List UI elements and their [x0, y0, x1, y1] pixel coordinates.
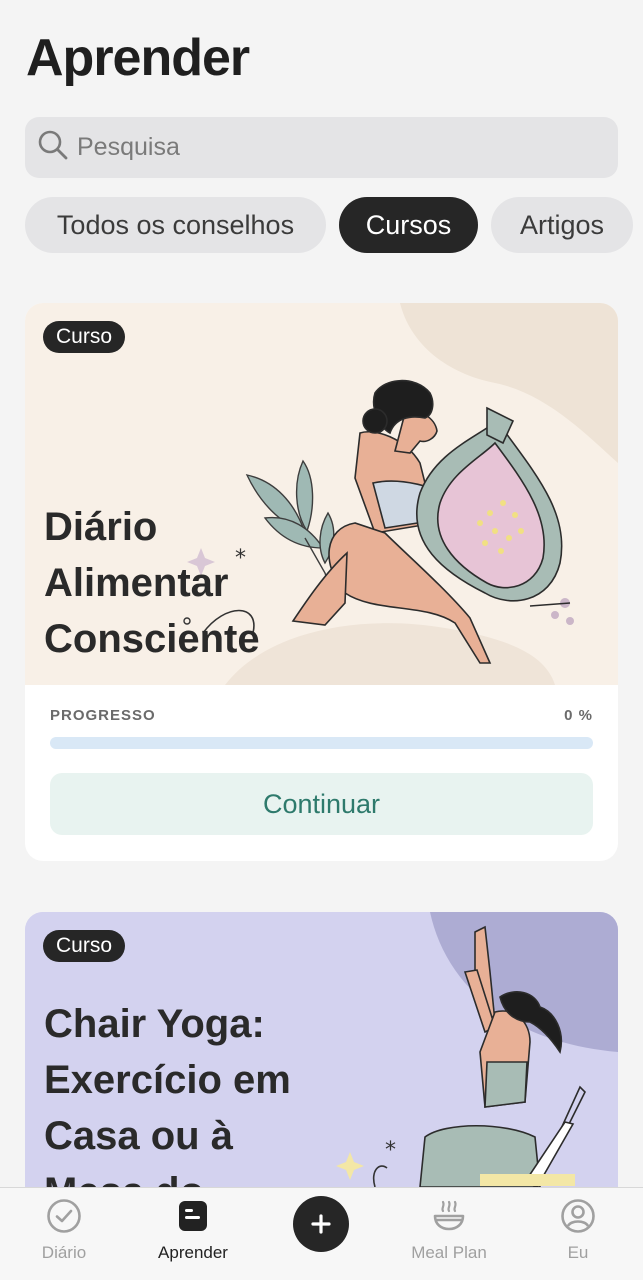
nav-item-meal-plan[interactable]: Meal Plan [385, 1188, 513, 1280]
book-icon [179, 1201, 207, 1231]
course-badge: Curso [43, 321, 126, 353]
search-bar[interactable] [25, 117, 618, 178]
check-circle-icon [47, 1199, 81, 1233]
nav-label: Eu [567, 1243, 589, 1262]
nav-label: Diário [41, 1243, 87, 1262]
course-hero: * Curso Diário Alimentar Consciente [25, 303, 618, 685]
add-button[interactable] [293, 1196, 349, 1252]
course-title-line: Diário [44, 505, 158, 549]
course-title-line: Chair Yoga: [44, 1002, 265, 1046]
course-badge: Curso [43, 930, 126, 962]
course-card[interactable]: * Curso Chair Yoga: Exercício em Casa ou… [25, 912, 618, 1187]
progress-label: PROGRESSO [50, 707, 156, 724]
filter-tabs: Todos os conselhos Cursos Artigos [25, 197, 643, 253]
course-title-line: Consciente [44, 617, 260, 661]
course-title-line: Mesa do [44, 1164, 374, 1187]
page-title: Aprender [26, 29, 250, 87]
nav-item-diario[interactable]: Diário [0, 1188, 128, 1280]
tab-todos-os-conselhos[interactable]: Todos os conselhos [25, 197, 326, 253]
user-icon [561, 1199, 595, 1233]
course-title: Diário Alimentar Consciente [44, 499, 344, 667]
search-input[interactable] [77, 133, 577, 162]
course-title-line: Exercício em [44, 1058, 291, 1102]
course-title-line: Alimentar [44, 561, 229, 605]
bowl-icon [433, 1200, 465, 1231]
progress-bar [50, 737, 593, 749]
svg-text:*: * [385, 1138, 396, 1163]
tab-cursos[interactable]: Cursos [339, 197, 478, 253]
course-progress-section: PROGRESSO 0 % Continuar [25, 685, 618, 861]
course-card[interactable]: * Curso Diário Alimentar Consciente PROG… [25, 303, 618, 861]
progress-value: 0 % [564, 707, 593, 724]
plus-icon [311, 1214, 331, 1234]
course-title: Chair Yoga: Exercício em Casa ou à Mesa … [44, 996, 374, 1187]
bottom-nav: Diário Aprender Meal Plan Eu [0, 1187, 643, 1280]
tab-artigos[interactable]: Artigos [491, 197, 633, 253]
nav-item-eu[interactable]: Eu [514, 1188, 642, 1280]
nav-item-aprender[interactable]: Aprender [129, 1188, 257, 1280]
nav-label: Aprender [158, 1243, 228, 1262]
search-icon [37, 129, 69, 166]
continue-button[interactable]: Continuar [50, 773, 593, 835]
nav-label: Meal Plan [411, 1243, 487, 1262]
course-hero: * Curso Chair Yoga: Exercício em Casa ou… [25, 912, 618, 1187]
course-title-line: Casa ou à [44, 1114, 233, 1158]
